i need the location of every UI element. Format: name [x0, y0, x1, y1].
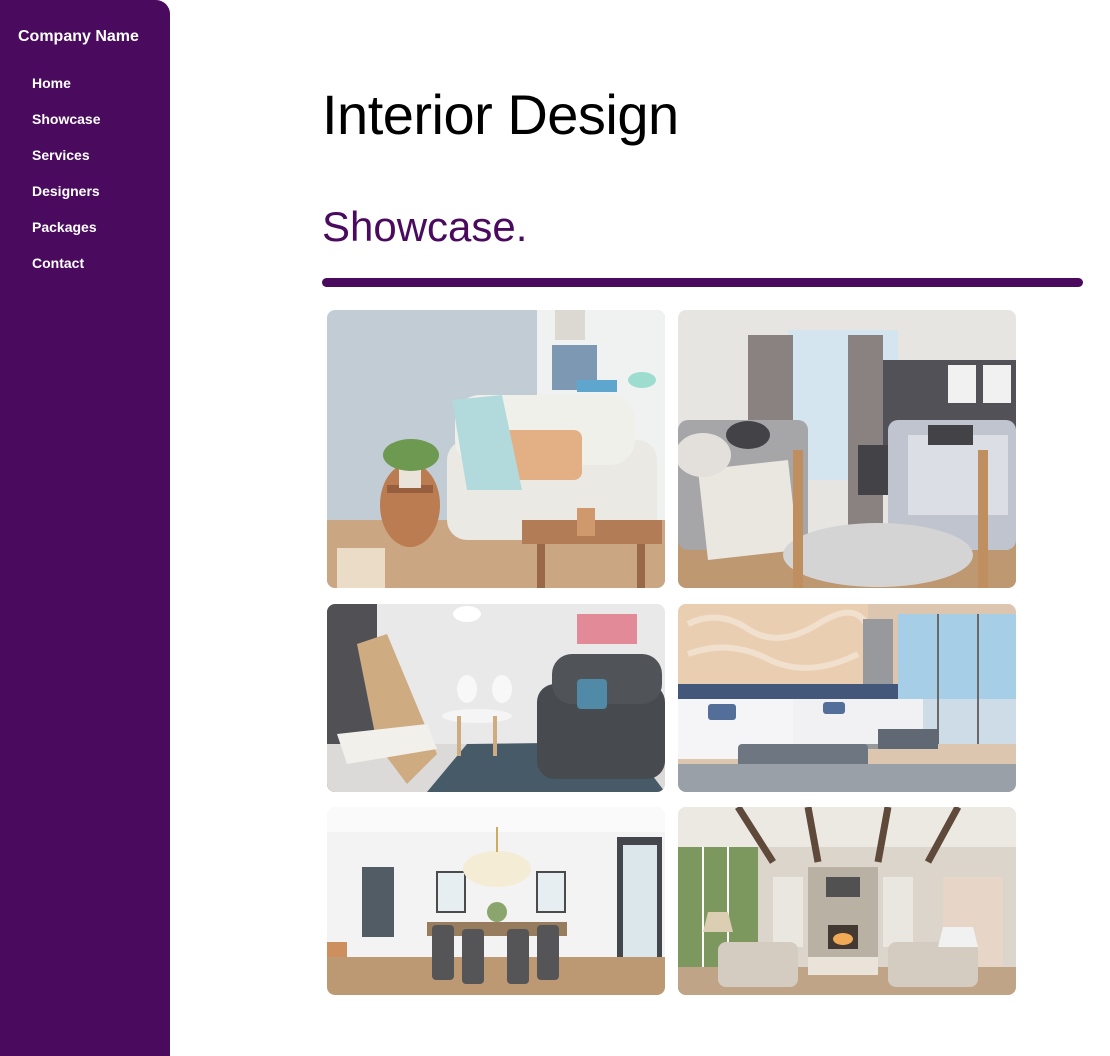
- sidebar-item-packages[interactable]: Packages: [32, 219, 100, 255]
- section-heading: Showcase.: [322, 203, 528, 250]
- living-room-armchair-photo[interactable]: [327, 310, 665, 588]
- sidebar-item-contact[interactable]: Contact: [32, 255, 100, 291]
- sidebar-nav: Home Showcase Services Designers Package…: [32, 75, 100, 291]
- page-title: Interior Design: [322, 83, 679, 146]
- hotel-bedroom-photo[interactable]: [678, 604, 1016, 792]
- sidebar-item-showcase[interactable]: Showcase: [32, 111, 100, 147]
- dining-lounge-photo[interactable]: [327, 604, 665, 792]
- dorm-bedroom-photo[interactable]: [678, 310, 1016, 588]
- sidebar-item-designers[interactable]: Designers: [32, 183, 100, 219]
- sidebar: Company Name Home Showcase Services Desi…: [0, 0, 170, 1056]
- sidebar-item-home[interactable]: Home: [32, 75, 100, 111]
- sidebar-item-services[interactable]: Services: [32, 147, 100, 183]
- dining-room-photo[interactable]: [327, 807, 665, 995]
- section-divider: [322, 278, 1083, 287]
- company-name[interactable]: Company Name: [18, 28, 139, 46]
- great-room-fireplace-photo[interactable]: [678, 807, 1016, 995]
